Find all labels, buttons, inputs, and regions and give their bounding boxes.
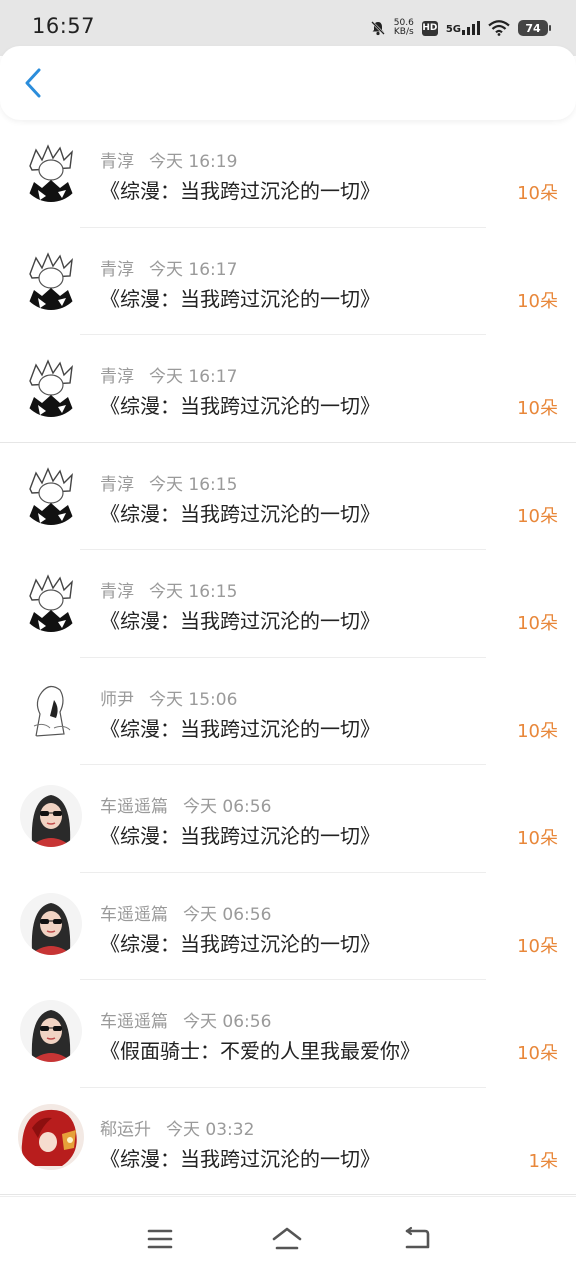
gift-count: 10朵: [517, 1043, 558, 1064]
list-item[interactable]: 车遥遥篇 今天 06:56 《假面骑士：不爱的人里我最爱你》 10朵: [0, 980, 576, 1088]
home-icon: [272, 1227, 302, 1250]
back-nav-button[interactable]: [398, 1225, 434, 1253]
wifi-icon: [488, 20, 510, 36]
gift-count: 1朵: [528, 1150, 558, 1172]
book-title: 《综漫：当我跨过沉沦的一切》: [100, 716, 380, 741]
gift-count: 10朵: [517, 720, 558, 742]
list-item[interactable]: 青淳 今天 16:19 《综漫：当我跨过沉沦的一切》 10朵: [0, 120, 576, 228]
book-title: 《假面骑士：不爱的人里我最爱你》: [100, 1039, 420, 1063]
avatar[interactable]: [20, 785, 82, 847]
menu-icon: [147, 1229, 173, 1249]
list-item[interactable]: 郗运升 今天 03:32 《综漫：当我跨过沉沦的一切》 1朵: [0, 1088, 576, 1195]
avatar[interactable]: [20, 462, 82, 525]
avatar[interactable]: [20, 140, 82, 202]
gift-count: 10朵: [517, 613, 558, 634]
username: 师尹: [100, 689, 134, 710]
timestamp: 今天 16:17: [149, 259, 238, 280]
chevron-left-icon: [25, 68, 41, 98]
timestamp: 今天 06:56: [183, 797, 272, 817]
user-line: 青淳 今天 16:15: [100, 470, 237, 495]
back-button[interactable]: [14, 62, 52, 104]
gift-count: 10朵: [517, 398, 558, 419]
user-line: 车遥遥篇 今天 06:56: [100, 900, 271, 925]
bell-muted-icon: [370, 20, 386, 36]
net-speed: 50.6 KB/s: [394, 19, 414, 37]
username: 青淳: [100, 152, 134, 172]
book-title: 《综漫：当我跨过沉沦的一切》: [100, 394, 380, 418]
book-title: 《综漫：当我跨过沉沦的一切》: [100, 1146, 380, 1171]
menu-button[interactable]: [142, 1225, 178, 1253]
book-title: 《综漫：当我跨过沉沦的一切》: [100, 286, 380, 311]
list-item[interactable]: 青淳 今天 16:15 《综漫：当我跨过沉沦的一切》 10朵: [0, 443, 576, 550]
user-line: 青淳 今天 16:15: [100, 577, 237, 602]
list-item[interactable]: 师尹 今天 15:06 《综漫：当我跨过沉沦的一切》 10朵: [0, 658, 576, 765]
gift-count: 10朵: [517, 935, 558, 957]
status-icons: 50.6 KB/s HD 5G 74: [370, 16, 551, 40]
user-line: 郗运升 今天 03:32: [100, 1115, 254, 1140]
avatar[interactable]: [20, 570, 82, 632]
timestamp: 今天 06:56: [183, 1012, 272, 1032]
username: 车遥遥篇: [100, 1012, 168, 1032]
gift-count: 10朵: [517, 505, 558, 527]
username: 车遥遥篇: [100, 797, 168, 817]
list-item[interactable]: 青淳 今天 16:15 《综漫：当我跨过沉沦的一切》 10朵: [0, 550, 576, 658]
book-title: 《综漫：当我跨过沉沦的一切》: [100, 179, 380, 203]
avatar[interactable]: [20, 355, 82, 417]
timestamp: 今天 15:06: [149, 689, 238, 710]
signal-5g-icon: 5G: [446, 21, 480, 35]
username: 青淳: [100, 259, 134, 280]
battery-icon: 74: [518, 20, 551, 36]
back-nav-icon: [405, 1226, 430, 1249]
user-line: 青淳 今天 16:19: [100, 147, 237, 172]
avatar[interactable]: [20, 1000, 82, 1062]
list-item[interactable]: 车遥遥篇 今天 06:56 《综漫：当我跨过沉沦的一切》 10朵: [0, 873, 576, 980]
net-speed-unit: KB/s: [393, 27, 414, 37]
avatar[interactable]: [18, 1103, 84, 1170]
signal-label: 5G: [445, 24, 461, 35]
gift-record-list: 青淳 今天 16:19 《综漫：当我跨过沉沦的一切》 10朵 青淳 今天 16:…: [0, 120, 576, 1195]
username: 车遥遥篇: [100, 904, 168, 925]
timestamp: 今天 06:56: [183, 904, 272, 925]
user-line: 青淳 今天 16:17: [100, 255, 237, 280]
list-item[interactable]: 青淳 今天 16:17 《综漫：当我跨过沉沦的一切》 10朵: [0, 335, 576, 443]
list-item[interactable]: 青淳 今天 16:17 《综漫：当我跨过沉沦的一切》 10朵: [0, 228, 576, 335]
status-time: 16:57: [32, 14, 96, 38]
gift-count: 10朵: [517, 290, 558, 312]
user-line: 车遥遥篇 今天 06:56: [100, 1007, 271, 1032]
username: 青淳: [100, 367, 134, 387]
timestamp: 今天 16:15: [149, 474, 238, 495]
hd-icon: HD: [421, 20, 438, 36]
book-title: 《综漫：当我跨过沉沦的一切》: [100, 609, 380, 633]
book-title: 《综漫：当我跨过沉沦的一切》: [100, 931, 380, 956]
user-line: 师尹 今天 15:06: [100, 685, 237, 710]
user-line: 车遥遥篇 今天 06:56: [100, 792, 271, 817]
book-title: 《综漫：当我跨过沉沦的一切》: [100, 824, 380, 848]
timestamp: 今天 03:32: [166, 1119, 255, 1140]
home-button[interactable]: [269, 1225, 305, 1253]
username: 郗运升: [100, 1119, 151, 1140]
username: 青淳: [100, 582, 134, 602]
timestamp: 今天 16:17: [149, 367, 238, 387]
timestamp: 今天 16:15: [149, 582, 238, 602]
book-title: 《综漫：当我跨过沉沦的一切》: [100, 501, 380, 526]
gift-count: 10朵: [517, 828, 558, 849]
divider: [0, 1194, 576, 1195]
avatar[interactable]: [20, 677, 82, 740]
timestamp: 今天 16:19: [149, 152, 238, 172]
header: [0, 46, 576, 120]
avatar[interactable]: [20, 247, 82, 310]
gift-count: 10朵: [517, 183, 558, 204]
avatar[interactable]: [20, 892, 82, 955]
list-item[interactable]: 车遥遥篇 今天 06:56 《综漫：当我跨过沉沦的一切》 10朵: [0, 765, 576, 873]
system-nav-bar: [0, 1196, 576, 1280]
username: 青淳: [100, 474, 134, 495]
user-line: 青淳 今天 16:17: [100, 362, 237, 387]
